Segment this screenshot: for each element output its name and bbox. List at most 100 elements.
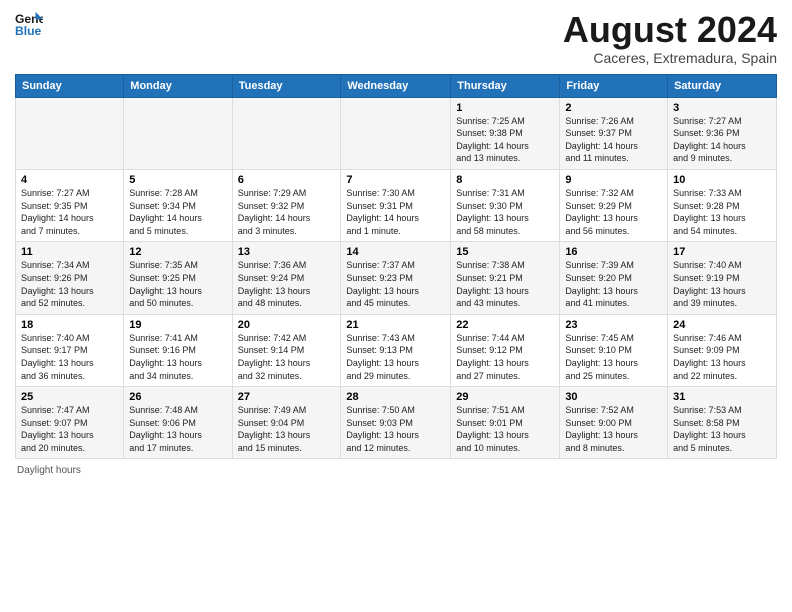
calendar-cell: 5Sunrise: 7:28 AM Sunset: 9:34 PM Daylig…: [124, 169, 232, 241]
calendar-body: 1Sunrise: 7:25 AM Sunset: 9:38 PM Daylig…: [16, 97, 777, 459]
title-block: August 2024 Caceres, Extremadura, Spain: [563, 10, 777, 66]
calendar-week-row: 4Sunrise: 7:27 AM Sunset: 9:35 PM Daylig…: [16, 169, 777, 241]
day-info: Sunrise: 7:37 AM Sunset: 9:23 PM Dayligh…: [346, 259, 445, 309]
day-info: Sunrise: 7:33 AM Sunset: 9:28 PM Dayligh…: [673, 187, 771, 237]
day-number: 11: [21, 246, 118, 258]
daylight-label: Daylight hours: [17, 465, 81, 476]
calendar-week-row: 18Sunrise: 7:40 AM Sunset: 9:17 PM Dayli…: [16, 314, 777, 386]
day-info: Sunrise: 7:31 AM Sunset: 9:30 PM Dayligh…: [456, 187, 554, 237]
calendar-cell: 22Sunrise: 7:44 AM Sunset: 9:12 PM Dayli…: [451, 314, 560, 386]
day-info: Sunrise: 7:53 AM Sunset: 8:58 PM Dayligh…: [673, 404, 771, 454]
day-info: Sunrise: 7:40 AM Sunset: 9:17 PM Dayligh…: [21, 332, 118, 382]
day-info: Sunrise: 7:29 AM Sunset: 9:32 PM Dayligh…: [238, 187, 336, 237]
day-info: Sunrise: 7:45 AM Sunset: 9:10 PM Dayligh…: [565, 332, 662, 382]
col-monday: Monday: [124, 74, 232, 97]
day-number: 28: [346, 391, 445, 403]
day-number: 16: [565, 246, 662, 258]
day-info: Sunrise: 7:50 AM Sunset: 9:03 PM Dayligh…: [346, 404, 445, 454]
calendar-cell: 28Sunrise: 7:50 AM Sunset: 9:03 PM Dayli…: [341, 387, 451, 459]
day-info: Sunrise: 7:38 AM Sunset: 9:21 PM Dayligh…: [456, 259, 554, 309]
calendar-cell: 20Sunrise: 7:42 AM Sunset: 9:14 PM Dayli…: [232, 314, 341, 386]
day-info: Sunrise: 7:32 AM Sunset: 9:29 PM Dayligh…: [565, 187, 662, 237]
day-number: 29: [456, 391, 554, 403]
calendar-cell: 16Sunrise: 7:39 AM Sunset: 9:20 PM Dayli…: [560, 242, 668, 314]
page-header: General Blue August 2024 Caceres, Extrem…: [15, 10, 777, 66]
calendar-cell: 21Sunrise: 7:43 AM Sunset: 9:13 PM Dayli…: [341, 314, 451, 386]
day-number: 24: [673, 319, 771, 331]
calendar-week-row: 25Sunrise: 7:47 AM Sunset: 9:07 PM Dayli…: [16, 387, 777, 459]
day-number: 12: [129, 246, 226, 258]
day-number: 6: [238, 174, 336, 186]
day-info: Sunrise: 7:51 AM Sunset: 9:01 PM Dayligh…: [456, 404, 554, 454]
calendar-cell: 27Sunrise: 7:49 AM Sunset: 9:04 PM Dayli…: [232, 387, 341, 459]
day-number: 2: [565, 102, 662, 114]
day-number: 18: [21, 319, 118, 331]
logo: General Blue: [15, 10, 43, 38]
day-info: Sunrise: 7:26 AM Sunset: 9:37 PM Dayligh…: [565, 115, 662, 165]
day-number: 10: [673, 174, 771, 186]
calendar-cell: [341, 97, 451, 169]
calendar-cell: 13Sunrise: 7:36 AM Sunset: 9:24 PM Dayli…: [232, 242, 341, 314]
calendar-cell: [232, 97, 341, 169]
day-info: Sunrise: 7:48 AM Sunset: 9:06 PM Dayligh…: [129, 404, 226, 454]
calendar-cell: 1Sunrise: 7:25 AM Sunset: 9:38 PM Daylig…: [451, 97, 560, 169]
calendar-week-row: 11Sunrise: 7:34 AM Sunset: 9:26 PM Dayli…: [16, 242, 777, 314]
calendar-cell: 2Sunrise: 7:26 AM Sunset: 9:37 PM Daylig…: [560, 97, 668, 169]
calendar-cell: 7Sunrise: 7:30 AM Sunset: 9:31 PM Daylig…: [341, 169, 451, 241]
day-number: 23: [565, 319, 662, 331]
day-info: Sunrise: 7:36 AM Sunset: 9:24 PM Dayligh…: [238, 259, 336, 309]
day-info: Sunrise: 7:27 AM Sunset: 9:36 PM Dayligh…: [673, 115, 771, 165]
calendar-cell: 8Sunrise: 7:31 AM Sunset: 9:30 PM Daylig…: [451, 169, 560, 241]
day-number: 1: [456, 102, 554, 114]
col-saturday: Saturday: [668, 74, 777, 97]
calendar-cell: 11Sunrise: 7:34 AM Sunset: 9:26 PM Dayli…: [16, 242, 124, 314]
calendar-page: General Blue August 2024 Caceres, Extrem…: [0, 0, 792, 612]
calendar-cell: 29Sunrise: 7:51 AM Sunset: 9:01 PM Dayli…: [451, 387, 560, 459]
calendar-week-row: 1Sunrise: 7:25 AM Sunset: 9:38 PM Daylig…: [16, 97, 777, 169]
day-number: 8: [456, 174, 554, 186]
day-info: Sunrise: 7:43 AM Sunset: 9:13 PM Dayligh…: [346, 332, 445, 382]
day-number: 5: [129, 174, 226, 186]
day-number: 27: [238, 391, 336, 403]
calendar-cell: 3Sunrise: 7:27 AM Sunset: 9:36 PM Daylig…: [668, 97, 777, 169]
day-info: Sunrise: 7:25 AM Sunset: 9:38 PM Dayligh…: [456, 115, 554, 165]
day-number: 26: [129, 391, 226, 403]
day-info: Sunrise: 7:52 AM Sunset: 9:00 PM Dayligh…: [565, 404, 662, 454]
day-info: Sunrise: 7:39 AM Sunset: 9:20 PM Dayligh…: [565, 259, 662, 309]
location-subtitle: Caceres, Extremadura, Spain: [563, 50, 777, 66]
day-info: Sunrise: 7:35 AM Sunset: 9:25 PM Dayligh…: [129, 259, 226, 309]
calendar-cell: 12Sunrise: 7:35 AM Sunset: 9:25 PM Dayli…: [124, 242, 232, 314]
month-title: August 2024: [563, 10, 777, 50]
day-number: 15: [456, 246, 554, 258]
day-number: 19: [129, 319, 226, 331]
calendar-cell: [124, 97, 232, 169]
footer: Daylight hours: [15, 465, 777, 476]
day-number: 31: [673, 391, 771, 403]
day-info: Sunrise: 7:34 AM Sunset: 9:26 PM Dayligh…: [21, 259, 118, 309]
calendar-cell: 10Sunrise: 7:33 AM Sunset: 9:28 PM Dayli…: [668, 169, 777, 241]
day-info: Sunrise: 7:41 AM Sunset: 9:16 PM Dayligh…: [129, 332, 226, 382]
calendar-table: Sunday Monday Tuesday Wednesday Thursday…: [15, 74, 777, 460]
svg-text:Blue: Blue: [15, 24, 42, 38]
day-number: 4: [21, 174, 118, 186]
day-info: Sunrise: 7:27 AM Sunset: 9:35 PM Dayligh…: [21, 187, 118, 237]
day-number: 22: [456, 319, 554, 331]
day-number: 13: [238, 246, 336, 258]
calendar-cell: 9Sunrise: 7:32 AM Sunset: 9:29 PM Daylig…: [560, 169, 668, 241]
day-info: Sunrise: 7:40 AM Sunset: 9:19 PM Dayligh…: [673, 259, 771, 309]
calendar-cell: 26Sunrise: 7:48 AM Sunset: 9:06 PM Dayli…: [124, 387, 232, 459]
col-thursday: Thursday: [451, 74, 560, 97]
calendar-cell: 19Sunrise: 7:41 AM Sunset: 9:16 PM Dayli…: [124, 314, 232, 386]
calendar-cell: 15Sunrise: 7:38 AM Sunset: 9:21 PM Dayli…: [451, 242, 560, 314]
col-friday: Friday: [560, 74, 668, 97]
calendar-cell: 31Sunrise: 7:53 AM Sunset: 8:58 PM Dayli…: [668, 387, 777, 459]
day-info: Sunrise: 7:47 AM Sunset: 9:07 PM Dayligh…: [21, 404, 118, 454]
calendar-cell: 23Sunrise: 7:45 AM Sunset: 9:10 PM Dayli…: [560, 314, 668, 386]
day-info: Sunrise: 7:30 AM Sunset: 9:31 PM Dayligh…: [346, 187, 445, 237]
day-number: 7: [346, 174, 445, 186]
day-info: Sunrise: 7:49 AM Sunset: 9:04 PM Dayligh…: [238, 404, 336, 454]
calendar-cell: 4Sunrise: 7:27 AM Sunset: 9:35 PM Daylig…: [16, 169, 124, 241]
day-number: 30: [565, 391, 662, 403]
calendar-cell: 18Sunrise: 7:40 AM Sunset: 9:17 PM Dayli…: [16, 314, 124, 386]
calendar-header-row: Sunday Monday Tuesday Wednesday Thursday…: [16, 74, 777, 97]
